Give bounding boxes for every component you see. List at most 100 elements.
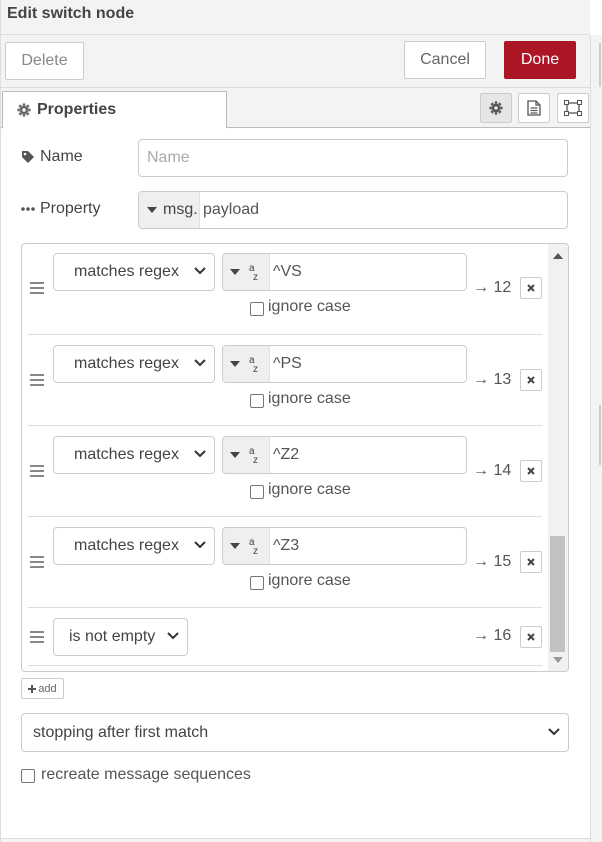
cancel-button[interactable]: Cancel [404,41,486,79]
string-type-icon: a z [249,355,258,373]
drag-handle-icon[interactable] [30,556,44,571]
tray-toolbar: Delete Cancel Done [1,35,590,88]
delete-rule-button[interactable] [520,277,542,299]
delete-rule-button[interactable] [520,369,542,391]
ignore-case-option[interactable]: ignore case [250,572,351,590]
rule-row: matches regex a z ^Z2 ignore case → 14 [28,426,542,517]
checking-mode-label: stopping after first match [33,723,209,741]
rule-operator-select[interactable]: matches regex [53,436,215,474]
rule-output-port: → 15 [473,553,512,570]
ignore-case-checkbox[interactable] [250,485,264,499]
svg-text:z: z [253,364,258,373]
property-label-text: Property [40,200,101,217]
delete-button[interactable]: Delete [5,42,84,80]
name-input[interactable] [138,139,568,177]
rule-value-input: a z ^PS [222,345,467,383]
delete-rule-button[interactable] [520,460,542,482]
tray-title: Edit switch node [7,5,135,22]
property-type-selector[interactable]: msg. [139,192,200,228]
ignore-case-option[interactable]: ignore case [250,298,351,316]
rule-row: matches regex a z ^PS ignore case → 13 [28,335,542,426]
tab-properties-label: Properties [37,101,117,118]
tab-settings-button[interactable] [480,93,512,123]
add-rule-label: add [38,682,57,695]
drag-handle-icon[interactable] [30,282,44,297]
property-label: Property [21,200,100,218]
caret-down-icon [230,269,240,275]
rule-value-type-selector[interactable]: a z [223,437,270,473]
rules-list: matches regex a z ^VS ignore case → 12 m… [21,243,569,672]
ignore-case-checkbox[interactable] [250,576,264,590]
rule-value-text[interactable]: ^Z3 [273,537,299,555]
rule-row: matches regex a z ^Z3 ignore case → 15 [28,517,542,608]
tag-icon [22,151,34,163]
chevron-down-icon [194,359,206,367]
chevron-down-icon [194,450,206,458]
done-button[interactable]: Done [504,41,576,79]
ignore-case-checkbox[interactable] [250,394,264,408]
rule-value-text[interactable]: ^VS [273,263,302,281]
rule-value-text[interactable]: ^PS [273,355,302,373]
rule-operator-label: is not empty [69,628,156,645]
rule-operator-select[interactable]: matches regex [53,345,215,383]
rule-output-port: → 12 [473,279,512,296]
name-label: Name [21,148,83,166]
string-type-icon: a z [249,446,258,464]
rule-value-input: a z ^Z2 [222,436,467,474]
rule-operator-select[interactable]: matches regex [53,253,215,291]
property-value[interactable]: payload [203,201,259,219]
rule-operator-select[interactable]: is not empty [53,618,188,656]
recreate-sequences-checkbox[interactable] [21,769,35,783]
scroll-down-icon[interactable] [553,657,563,663]
delete-rule-button[interactable] [520,551,542,573]
sidebar-resize-strip[interactable] [590,35,602,842]
scroll-thumb[interactable] [550,536,565,652]
gear-icon [17,103,31,117]
rules-scrollbar[interactable] [548,244,568,671]
rule-value-type-selector[interactable]: a z [223,528,270,564]
ignore-case-option[interactable]: ignore case [250,481,351,499]
rule-value-input: a z ^VS [222,253,467,291]
property-type-label: msg. [163,201,198,218]
rule-value-input: a z ^Z3 [222,527,467,565]
rule-output-port: → 16 [473,627,512,644]
close-icon [527,376,535,384]
tray-header: Edit switch node [1,0,590,35]
add-rule-button[interactable]: add [21,678,64,699]
appearance-icon [564,100,582,116]
rule-value-type-selector[interactable]: a z [223,254,270,290]
ignore-case-option[interactable]: ignore case [250,390,351,408]
rule-operator-label: matches regex [74,263,179,280]
drag-handle-icon[interactable] [30,465,44,480]
svg-text:z: z [253,272,258,281]
scroll-up-icon[interactable] [553,253,563,259]
name-label-text: Name [40,148,83,165]
rule-row: is not empty → 16 [28,608,542,666]
recreate-sequences-label: recreate message sequences [41,766,251,783]
drag-handle-icon[interactable] [30,631,44,646]
chevron-down-icon [194,541,206,549]
tab-description-button[interactable] [518,93,550,123]
string-type-icon: a z [249,263,258,281]
svg-text:z: z [253,546,258,555]
recreate-sequences-option[interactable]: recreate message sequences [21,766,251,784]
property-typed-input: msg. payload [138,191,568,229]
rule-value-text[interactable]: ^Z2 [273,446,299,464]
rule-operator-select[interactable]: matches regex [53,527,215,565]
rule-operator-label: matches regex [74,446,179,463]
svg-text:z: z [253,455,258,464]
delete-rule-button[interactable] [520,626,542,648]
tab-properties[interactable]: Properties [2,91,227,129]
rule-value-type-selector[interactable]: a z [223,346,270,382]
tab-appearance-button[interactable] [557,93,589,123]
ignore-case-label: ignore case [268,481,351,498]
drag-handle-icon[interactable] [30,374,44,389]
checking-mode-select[interactable]: stopping after first match [21,713,569,752]
ignore-case-checkbox[interactable] [250,302,264,316]
rule-operator-label: matches regex [74,355,179,372]
rule-output-port: → 14 [473,462,512,479]
string-type-icon: a z [249,537,258,555]
chevron-down-icon [194,267,206,275]
ignore-case-label: ignore case [268,390,351,407]
close-icon [527,633,535,641]
